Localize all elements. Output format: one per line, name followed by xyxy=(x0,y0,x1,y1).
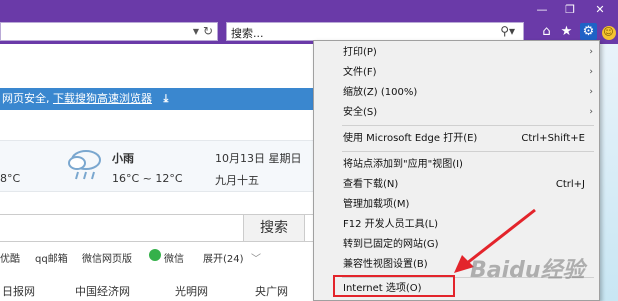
title-bar xyxy=(0,0,618,20)
close-button[interactable]: ✕ xyxy=(586,0,614,20)
chevron-down-icon[interactable]: ▼ xyxy=(193,23,199,40)
refresh-icon[interactable]: ↻ xyxy=(203,23,213,40)
tools-gear-icon[interactable]: ⚙ xyxy=(580,23,597,40)
close-icon: ✕ xyxy=(595,3,605,16)
site-link[interactable]: 光明网 xyxy=(175,283,208,299)
download-icon[interactable]: ⤓ xyxy=(164,92,169,105)
rain-cloud-icon xyxy=(68,150,101,180)
home-icon[interactable]: ⌂ xyxy=(538,23,555,40)
chevron-down-icon[interactable]: ﹀ xyxy=(251,250,261,265)
menu-item-add-to-apps[interactable]: 将站点添加到"应用"视图(I) xyxy=(314,155,599,174)
wechat-icon xyxy=(149,249,161,261)
search-placeholder: 搜索... xyxy=(231,27,264,40)
menu-item-open-edge[interactable]: 使用 Microsoft Edge 打开(E) Ctrl+Shift+E xyxy=(314,129,599,148)
menu-item-view-downloads[interactable]: 查看下载(N) Ctrl+J xyxy=(314,175,599,194)
lunar-date: 九月十五 xyxy=(215,174,259,187)
chevron-right-icon: › xyxy=(589,87,593,97)
address-bar[interactable]: ▼ ↻ xyxy=(0,22,218,41)
restore-button[interactable]: ❐ xyxy=(556,0,584,20)
site-link[interactable]: 日报网 xyxy=(2,283,35,299)
link-youku[interactable]: 优酷 xyxy=(0,250,20,265)
link-wechat[interactable]: 微信 xyxy=(164,250,184,265)
search-icon[interactable]: ⚲▾ xyxy=(500,23,515,40)
menu-separator xyxy=(342,151,594,152)
menu-item-safety[interactable]: 安全(S) › xyxy=(314,103,599,122)
expand-links[interactable]: 展开(24) xyxy=(203,250,244,265)
menu-item-file[interactable]: 文件(F) › xyxy=(314,63,599,82)
minimize-button[interactable]: — xyxy=(528,0,556,20)
chevron-right-icon: › xyxy=(589,67,593,77)
page-side-decoration xyxy=(600,44,618,301)
weather-date: 10月13日 星期日 xyxy=(215,152,302,165)
smiley-feedback-icon[interactable]: ☺ xyxy=(600,23,617,40)
favorites-star-icon[interactable]: ★ xyxy=(558,23,575,40)
weather-condition: 小雨 xyxy=(112,152,134,165)
link-wechat-web[interactable]: 微信网页版 xyxy=(82,250,132,265)
menu-separator xyxy=(342,125,594,126)
page-search-button[interactable]: 搜索 xyxy=(243,214,305,242)
annotation-highlight-box xyxy=(333,275,455,297)
chevron-right-icon: › xyxy=(589,107,593,117)
left-temperature: 8°C xyxy=(0,172,21,185)
temperature-range: 16°C ~ 12°C xyxy=(112,172,183,185)
link-qqmail[interactable]: qq邮箱 xyxy=(35,250,68,265)
site-link[interactable]: 央广网 xyxy=(255,283,288,299)
search-input[interactable]: 搜索... ⚲▾ xyxy=(226,22,524,41)
watermark-logo: Baidu经验 xyxy=(470,258,585,283)
banner-text: 网页安全, xyxy=(2,92,50,105)
banner-download-link[interactable]: 下载搜狗高速浏览器 xyxy=(53,92,152,105)
site-link[interactable]: 中国经济网 xyxy=(75,283,130,299)
chevron-right-icon: › xyxy=(589,47,593,57)
menu-item-print[interactable]: 打印(P) › xyxy=(314,43,599,62)
menu-item-zoom[interactable]: 缩放(Z) (100%) › xyxy=(314,83,599,102)
restore-icon: ❐ xyxy=(565,3,575,16)
